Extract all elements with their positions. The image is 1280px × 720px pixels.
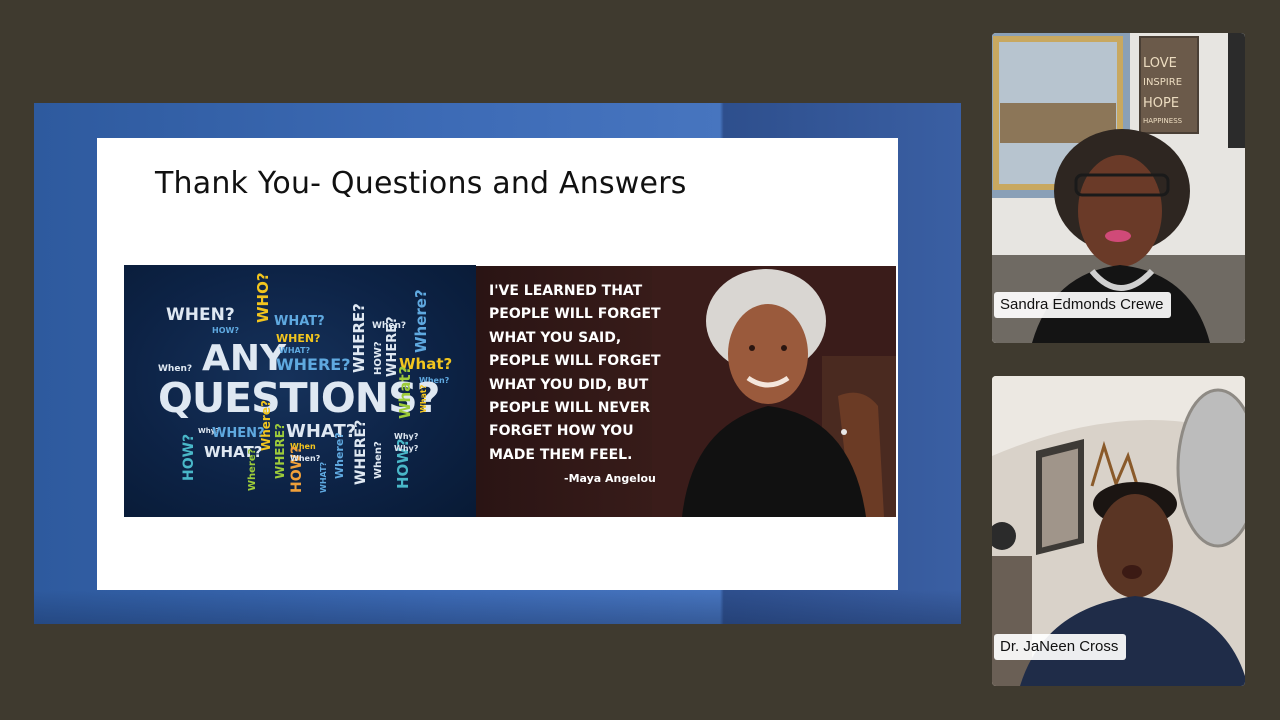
cloud-word: WHO?: [254, 272, 272, 323]
cloud-word: What?: [396, 365, 414, 419]
cloud-word: WHAT?: [274, 314, 325, 329]
cloud-word: ANY: [202, 338, 287, 379]
shared-screen: Thank You- Questions and Answers WHEN? H…: [34, 103, 961, 624]
cloud-word: Why?: [394, 444, 419, 453]
cloud-word: HOW?: [181, 433, 197, 481]
poster-word: INSPIRE: [1143, 77, 1182, 88]
cloud-word: HOW?: [212, 326, 239, 335]
cloud-word: HOW?: [373, 341, 384, 375]
cloud-word: Where?: [333, 432, 346, 479]
portrait-photo: [652, 266, 896, 517]
cloud-word: When?: [373, 441, 384, 479]
cloud-word: Where?: [259, 400, 273, 451]
cloud-word: When?: [158, 364, 193, 374]
participant-video-tile[interactable]: Dr. JaNeen Cross: [992, 376, 1245, 686]
quote-text: I'VE LEARNED THAT PEOPLE WILL FORGET WHA…: [489, 283, 661, 463]
cloud-word: WHERE?: [273, 423, 287, 479]
cloud-word: When?: [290, 454, 321, 463]
cloud-word: What?: [419, 384, 428, 413]
poster-word: HAPPINESS: [1143, 117, 1183, 125]
participant-video-tile[interactable]: LOVE INSPIRE HOPE HAPPINESS Sandra Edmon…: [992, 33, 1245, 343]
cloud-word: WHEN?: [166, 305, 235, 325]
maya-angelou-quote-image: I'VE LEARNED THAT PEOPLE WILL FORGET WHA…: [476, 266, 896, 517]
participant-name-label: Sandra Edmonds Crewe: [994, 292, 1172, 318]
cloud-word: WHERE?: [350, 303, 368, 373]
cloud-word: HOW?: [289, 445, 305, 493]
participant-name-label: Dr. JaNeen Cross: [994, 634, 1127, 660]
poster-word: HOPE: [1143, 96, 1179, 111]
cloud-word: WHEN?: [212, 426, 265, 441]
poster-word: LOVE: [1143, 56, 1177, 71]
presentation-slide: Thank You- Questions and Answers WHEN? H…: [97, 138, 898, 590]
cloud-word: WHAT?: [319, 461, 328, 493]
slide-title: Thank You- Questions and Answers: [155, 166, 687, 201]
cloud-word: Where?: [247, 448, 258, 491]
cloud-word: WHERE?: [353, 419, 369, 485]
cloud-word: WHAT?: [279, 346, 311, 355]
any-questions-image: WHEN? HOW? WHO? WHAT? WHEN? When? Where?…: [124, 265, 476, 517]
quote-author: -Maya Angelou: [564, 472, 656, 485]
cloud-word: Where?: [412, 289, 430, 353]
cloud-word: WHERE?: [276, 355, 351, 374]
